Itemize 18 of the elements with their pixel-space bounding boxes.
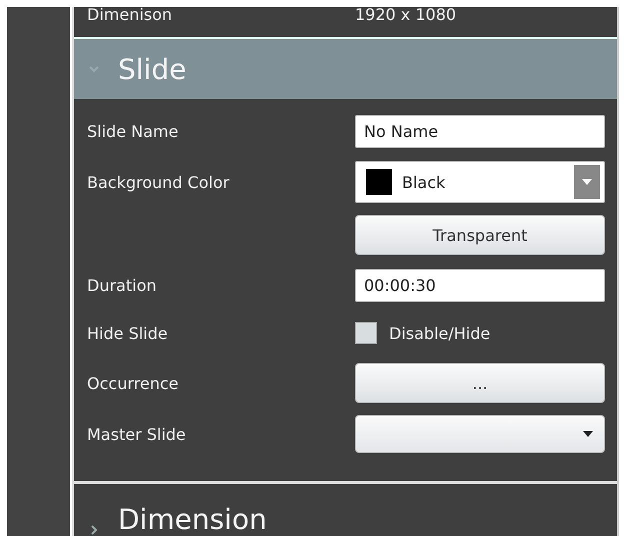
action-button[interactable]: ... (355, 363, 605, 403)
property-label: Dimenison (87, 7, 174, 24)
section-header[interactable]: Dimension (74, 481, 617, 536)
color-dropdown[interactable]: Black (355, 161, 605, 203)
property-label: Background Color (87, 172, 230, 192)
property-label: Duration (87, 276, 158, 294)
property-label: Occurrence (87, 374, 180, 392)
dropdown-arrow-icon (582, 430, 594, 438)
select-dropdown[interactable] (355, 415, 605, 453)
text-field[interactable]: 00:00:30 (355, 268, 605, 302)
property-label: Hide Slide (87, 324, 169, 342)
property-value: 1920 x 1080 (355, 7, 456, 24)
checkbox[interactable] (355, 322, 377, 344)
checkbox-label: Disable/Hide (389, 324, 490, 342)
property-label: Slide Name (87, 122, 180, 140)
text-field[interactable]: No Name (355, 114, 605, 148)
property-label: Master Slide (87, 424, 187, 444)
action-button[interactable]: Transparent (355, 215, 605, 255)
